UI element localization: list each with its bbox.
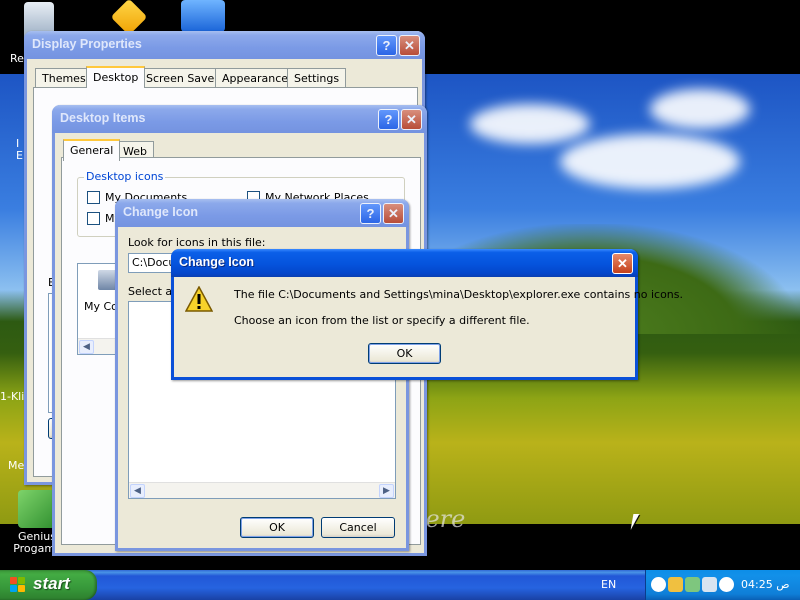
- users-icon[interactable]: [668, 577, 683, 592]
- tab-general[interactable]: General: [63, 139, 121, 161]
- help-button[interactable]: ?: [378, 109, 399, 130]
- close-button[interactable]: ✕: [383, 203, 404, 224]
- error-message-line1: The file C:\Documents and Settings\mina\…: [234, 288, 683, 301]
- program-icon[interactable]: [94, 0, 164, 36]
- scroll-left-icon[interactable]: ◀: [79, 340, 94, 354]
- messenger-icon[interactable]: [651, 577, 666, 592]
- ok-button[interactable]: OK: [368, 343, 441, 364]
- tab-desktop[interactable]: Desktop: [86, 66, 146, 88]
- window-title: Desktop Items: [60, 111, 146, 125]
- network-icon[interactable]: [702, 577, 717, 592]
- windows-logo-icon: [10, 577, 26, 593]
- list-item-my-computer[interactable]: My Co: [84, 300, 118, 313]
- tab-appearance[interactable]: Appearance: [215, 68, 296, 88]
- window-title: Display Properties: [32, 37, 142, 51]
- change-icon-titlebar[interactable]: Change Icon ? ✕: [115, 199, 409, 227]
- partial-icon-label-3: Me: [8, 459, 25, 472]
- cancel-button[interactable]: Cancel: [321, 517, 395, 538]
- tab-screen-saver[interactable]: Screen Saver: [139, 68, 226, 88]
- close-button[interactable]: ✕: [612, 253, 633, 274]
- group-title: Desktop icons: [84, 170, 166, 183]
- warning-icon: [185, 286, 213, 312]
- partial-icon-label-2: 1-Kli: [0, 390, 25, 403]
- security-icon[interactable]: [685, 577, 700, 592]
- error-message-line2: Choose an icon from the list or specify …: [234, 314, 530, 327]
- recycle-bin-label: Re: [10, 52, 24, 65]
- desktop-items-titlebar[interactable]: Desktop Items ? ✕: [52, 105, 427, 133]
- horizontal-scrollbar[interactable]: ◀ ▶: [129, 482, 395, 498]
- look-for-label: Look for icons in this file:: [128, 236, 266, 249]
- volume-icon[interactable]: [719, 577, 734, 592]
- taskbar: start EN 04:25 ص: [0, 570, 800, 600]
- error-dialog: Change Icon ✕ The file C:\Documents and …: [171, 249, 683, 380]
- start-label: start: [33, 574, 70, 593]
- help-button[interactable]: ?: [360, 203, 381, 224]
- help-button[interactable]: ?: [376, 35, 397, 56]
- tab-settings[interactable]: Settings: [287, 68, 347, 88]
- ok-button[interactable]: OK: [240, 517, 314, 538]
- language-indicator[interactable]: EN: [601, 578, 616, 591]
- start-button[interactable]: start: [0, 570, 97, 600]
- tab-themes[interactable]: Themes: [35, 68, 93, 88]
- scroll-right-icon[interactable]: ▶: [379, 484, 394, 498]
- my-documents-checkbox[interactable]: [87, 191, 100, 204]
- scroll-left-icon[interactable]: ◀: [130, 484, 145, 498]
- my-computer-checkbox[interactable]: [87, 212, 100, 225]
- window-title: Change Icon: [123, 205, 199, 219]
- close-button[interactable]: ✕: [399, 35, 420, 56]
- error-dialog-titlebar[interactable]: Change Icon ✕: [171, 249, 638, 277]
- dialog-title: Change Icon: [179, 255, 255, 269]
- display-properties-titlebar[interactable]: Display Properties ? ✕: [24, 31, 425, 59]
- clock[interactable]: 04:25 ص: [741, 578, 790, 591]
- close-button[interactable]: ✕: [401, 109, 422, 130]
- mouse-cursor-icon: [630, 514, 646, 530]
- partial-icon-label-1: I E: [16, 137, 23, 162]
- refresh-program-icon[interactable]: [168, 0, 238, 35]
